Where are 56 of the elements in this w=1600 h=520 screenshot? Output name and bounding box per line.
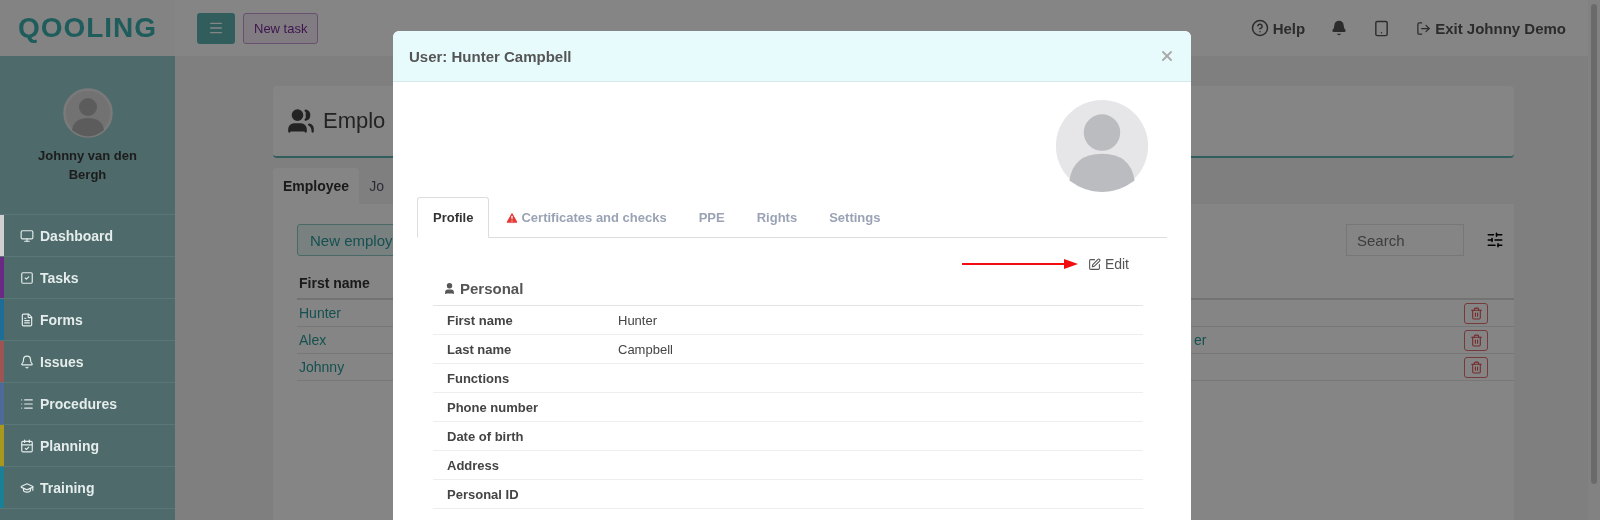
filter-icon[interactable] (1486, 231, 1504, 249)
edit-icon (1087, 257, 1101, 271)
field-label: First name (447, 312, 514, 328)
nav-item[interactable]: Dashboard (0, 215, 175, 257)
field-label: Phone number (447, 399, 539, 415)
edit-link[interactable]: Edit (1087, 256, 1129, 272)
table-cell: er (1194, 332, 1207, 348)
nav-icon (20, 312, 34, 327)
section-title: Personal (460, 280, 524, 297)
page-title: Emplo (323, 108, 386, 134)
delete-button[interactable] (1464, 302, 1488, 324)
tab[interactable]: Employee (273, 168, 360, 204)
exit-icon (1416, 20, 1432, 36)
search-field[interactable]: Search (1346, 224, 1464, 256)
nav-item[interactable]: Forms (0, 299, 175, 341)
warning-icon (505, 210, 520, 225)
scrollbar[interactable] (1591, 4, 1597, 484)
avatar (62, 88, 113, 138)
user-icon (443, 282, 456, 295)
nav-item[interactable]: Planning (0, 425, 175, 467)
delete-button[interactable] (1464, 329, 1488, 351)
nav-item[interactable]: Issues (0, 341, 175, 383)
new-task-button[interactable]: New task (243, 12, 319, 44)
help-icon (1250, 19, 1269, 37)
nav-icon (20, 438, 34, 453)
nav-item[interactable]: Tasks (0, 257, 175, 299)
field-label: Date of birth (447, 428, 525, 444)
field-value: Hunter (618, 312, 659, 328)
trash-icon (1469, 333, 1483, 347)
menu-icon (208, 20, 224, 36)
field-label: Functions (447, 370, 511, 386)
user-name: Johnny van den Bergh (37, 147, 138, 184)
delete-button[interactable] (1464, 356, 1488, 378)
tab[interactable]: Profile (417, 197, 490, 238)
nav-icon (20, 480, 34, 495)
nav-icon (20, 270, 34, 285)
field-label: Personal ID (447, 486, 520, 502)
nav-icon (20, 354, 34, 369)
close-button[interactable] (1159, 48, 1175, 64)
help-link[interactable]: Help (1250, 19, 1306, 37)
users-icon (287, 107, 315, 135)
field-label: Address (447, 457, 501, 473)
nav-icon (20, 396, 34, 411)
nav-item[interactable]: Procedures (0, 383, 175, 425)
tab[interactable]: Jo (359, 168, 394, 204)
nav-item[interactable]: Training (0, 467, 175, 509)
trash-icon (1469, 360, 1483, 374)
field-label: Last name (447, 341, 513, 357)
nav-icon (20, 228, 34, 243)
trash-icon (1469, 306, 1483, 320)
tablet-icon[interactable] (1373, 19, 1391, 37)
dialog-title: User: Hunter Campbell (409, 47, 572, 65)
field-value: Campbell (618, 341, 674, 357)
exit-link[interactable]: Exit Johnny Demo (1416, 19, 1566, 37)
bell-icon[interactable] (1331, 20, 1348, 36)
menu-button[interactable] (197, 12, 235, 44)
